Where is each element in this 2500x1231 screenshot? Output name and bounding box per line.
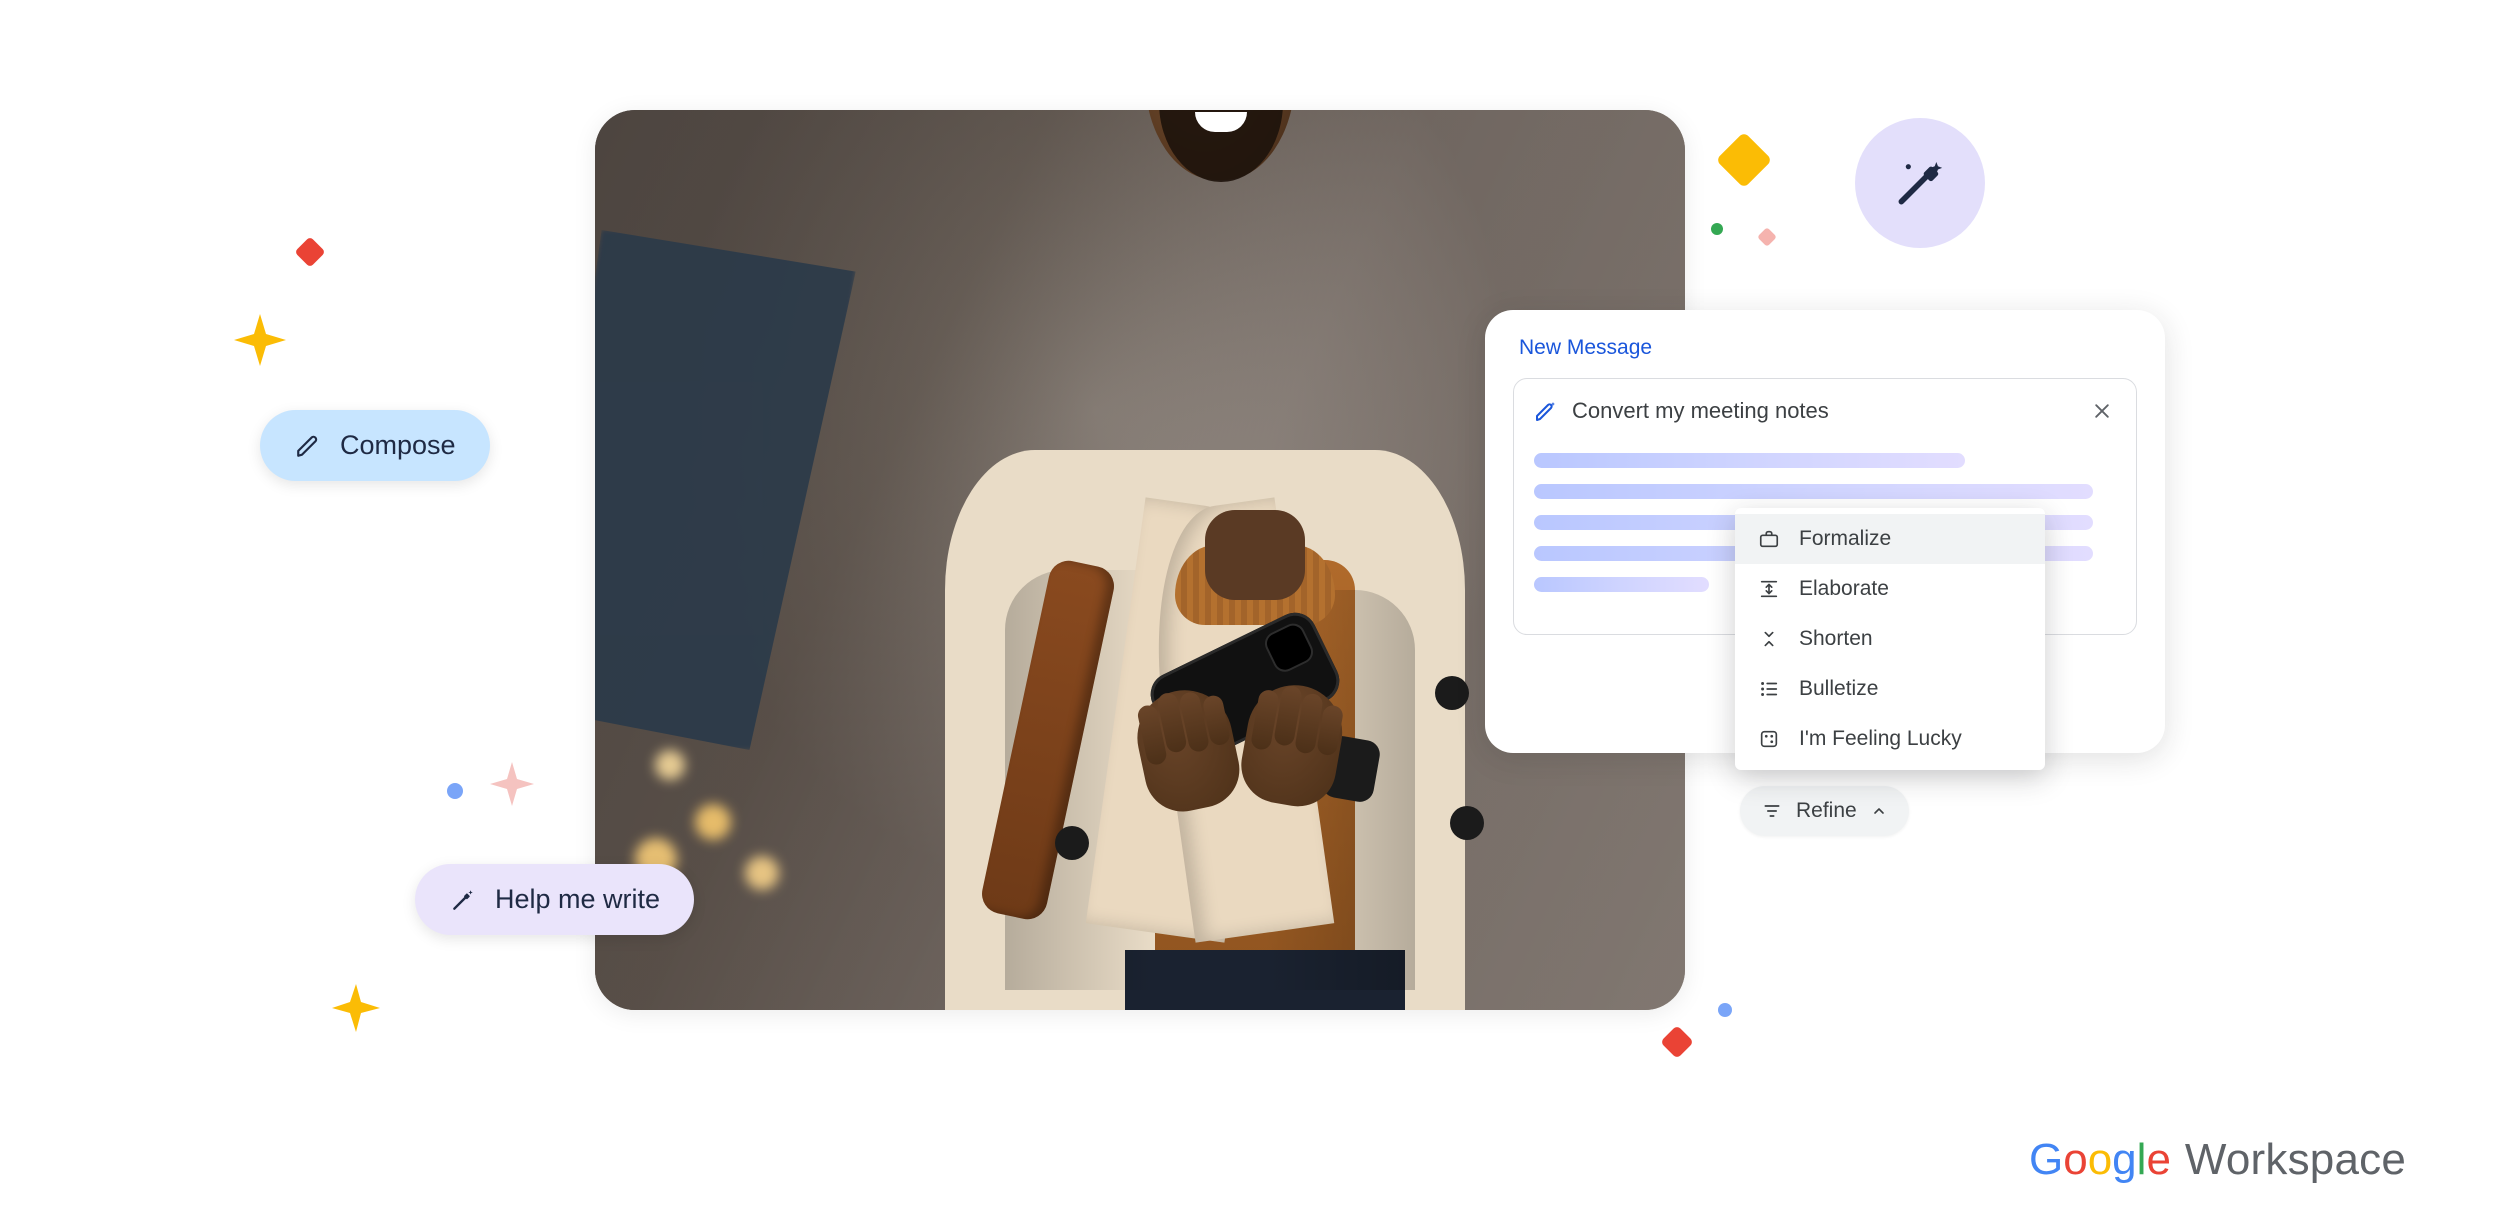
google-workspace-logo: Google Workspace (2029, 1135, 2406, 1185)
menu-item-feeling-lucky[interactable]: I'm Feeling Lucky (1735, 714, 2045, 764)
menu-item-elaborate[interactable]: Elaborate (1735, 564, 2045, 614)
refine-button[interactable]: Refine (1740, 786, 1909, 836)
diamond-icon (294, 236, 325, 267)
magic-wand-badge (1855, 118, 1985, 248)
menu-item-label: Elaborate (1799, 577, 1889, 601)
magic-wand-icon (1892, 155, 1948, 211)
google-wordmark: Google (2029, 1135, 2171, 1185)
refine-button-label: Refine (1796, 799, 1857, 823)
close-button[interactable] (2088, 397, 2116, 425)
compose-chip-label: Compose (340, 430, 456, 461)
dice-icon (1757, 727, 1781, 751)
dot-icon (1711, 223, 1723, 235)
dot-icon (447, 783, 463, 799)
sparkle-icon (232, 312, 288, 368)
pencil-icon (294, 432, 322, 460)
refine-menu: Formalize Elaborate Shorten Bulletize I'… (1735, 508, 2045, 770)
collapse-vertical-icon (1757, 627, 1781, 651)
menu-item-bulletize[interactable]: Bulletize (1735, 664, 2045, 714)
help-me-write-chip[interactable]: Help me write (415, 864, 694, 935)
marketing-canvas: Compose Help me write New Message C (0, 0, 2500, 1231)
magic-pencil-icon (1534, 399, 1558, 423)
person-illustration (895, 180, 1515, 1010)
magic-wand-icon (449, 886, 477, 914)
chevron-up-icon (1871, 803, 1887, 819)
diamond-icon (1757, 227, 1777, 247)
filter-icon (1762, 801, 1782, 821)
menu-item-label: Bulletize (1799, 677, 1878, 701)
diamond-icon (1716, 132, 1773, 189)
help-me-write-chip-label: Help me write (495, 884, 660, 915)
compose-chip[interactable]: Compose (260, 410, 490, 481)
menu-item-label: Shorten (1799, 627, 1873, 651)
menu-item-shorten[interactable]: Shorten (1735, 614, 2045, 664)
close-icon (2092, 401, 2112, 421)
briefcase-icon (1757, 527, 1781, 551)
menu-item-label: I'm Feeling Lucky (1799, 727, 1962, 751)
diamond-icon (1660, 1025, 1694, 1059)
menu-item-formalize[interactable]: Formalize (1735, 514, 2045, 564)
prompt-input[interactable]: Convert my meeting notes (1572, 398, 1829, 424)
sparkle-icon (488, 760, 536, 808)
bullet-list-icon (1757, 677, 1781, 701)
expand-vertical-icon (1757, 577, 1781, 601)
workspace-wordmark: Workspace (2185, 1135, 2406, 1185)
dot-icon (1718, 1003, 1732, 1017)
sparkle-icon (330, 982, 382, 1034)
panel-title: New Message (1519, 336, 2137, 360)
menu-item-label: Formalize (1799, 527, 1891, 551)
